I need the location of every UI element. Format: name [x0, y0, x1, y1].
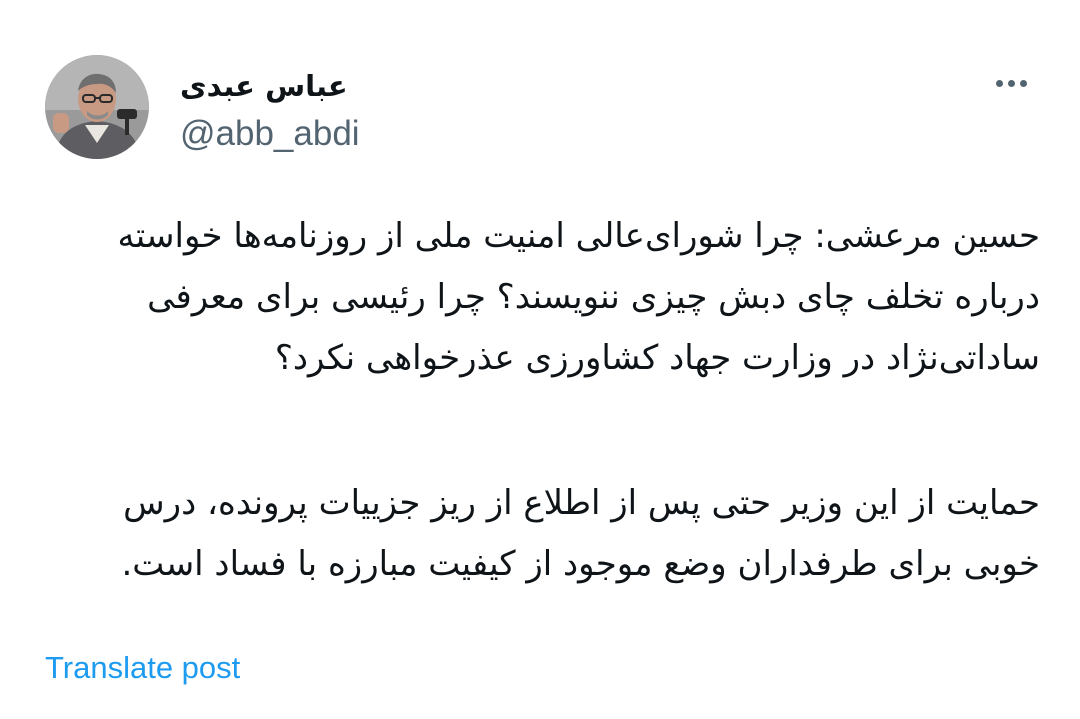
author-handle[interactable]: @abb_abdi	[180, 112, 360, 156]
more-options-button[interactable]	[986, 66, 1036, 100]
author-display-name[interactable]: عباس عبدی	[180, 66, 380, 106]
tweet-paragraph: حسین مرعشی: چرا شورای‌عالی امنیت ملی از …	[117, 216, 1040, 378]
tweet-text: حسین مرعشی: چرا شورای‌عالی امنیت ملی از …	[40, 206, 1040, 595]
more-horizontal-icon	[995, 79, 1003, 87]
more-horizontal-icon-dot	[1019, 79, 1027, 87]
avatar[interactable]	[45, 55, 149, 159]
person-avatar-icon	[45, 55, 149, 159]
tweet-paragraph: حمایت از این وزیر حتی پس از اطلاع از ریز…	[121, 483, 1041, 584]
more-horizontal-icon-dot	[1007, 79, 1015, 87]
translate-post-link[interactable]: Translate post	[45, 648, 240, 688]
